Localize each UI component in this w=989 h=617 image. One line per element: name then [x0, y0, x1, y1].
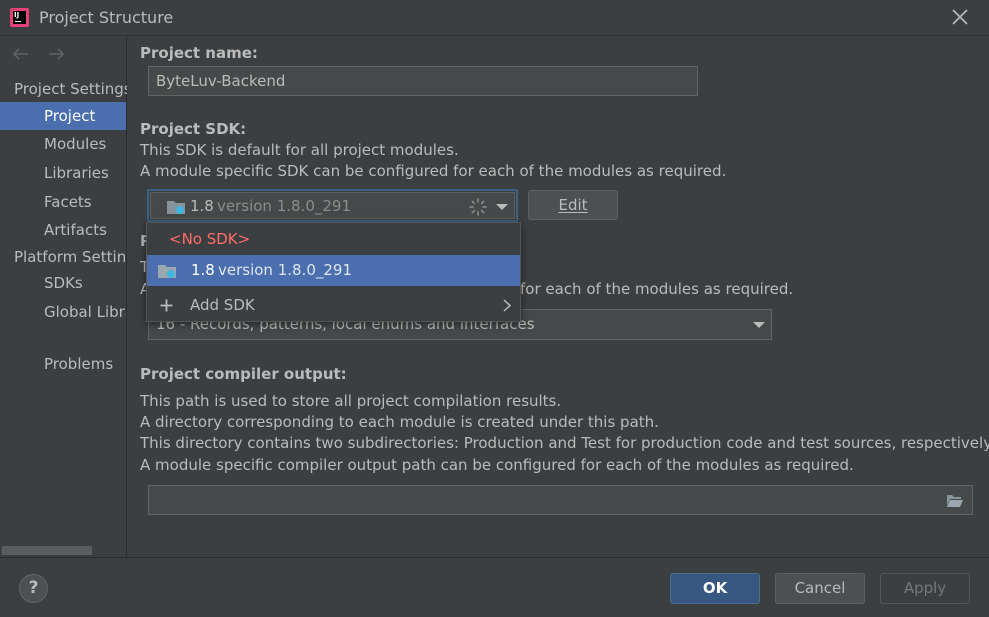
- sdk-combo[interactable]: 1.8 version 1.8.0_291: [147, 189, 518, 222]
- sidebar-item-global-libraries[interactable]: Global Libraries: [0, 298, 126, 326]
- compiler-output-input[interactable]: [148, 485, 973, 515]
- sidebar-item-project[interactable]: Project: [0, 102, 126, 130]
- language-level-desc-tail: for each of the modules as required.: [520, 280, 794, 298]
- sdk-selected-name: 1.8: [190, 197, 214, 215]
- popup-option-no-sdk[interactable]: <No SDK>: [147, 224, 520, 255]
- dialog-footer: ? OK Cancel Apply: [0, 557, 989, 617]
- project-sdk-desc-1: This SDK is default for all project modu…: [140, 141, 459, 159]
- ok-button[interactable]: OK: [670, 573, 760, 604]
- popup-option-name: 1.8: [191, 261, 215, 279]
- cancel-button[interactable]: Cancel: [775, 573, 865, 604]
- sidebar-item-facets[interactable]: Facets: [0, 188, 126, 216]
- compiler-output-desc-1: This path is used to store all project c…: [140, 392, 562, 410]
- project-sdk-desc-2: A module specific SDK can be configured …: [140, 162, 727, 180]
- back-button[interactable]: [10, 44, 32, 64]
- edit-sdk-label: Edit: [558, 196, 588, 214]
- project-name-label: Project name:: [140, 44, 258, 62]
- language-level-chevron-down-icon: [753, 322, 765, 328]
- sdk-selected-version: version 1.8.0_291: [217, 197, 352, 215]
- add-sdk-label: Add SDK: [190, 296, 255, 314]
- help-button[interactable]: ?: [19, 574, 48, 603]
- edit-sdk-button[interactable]: Edit: [528, 190, 618, 220]
- project-name-input[interactable]: ByteLuv-Backend: [148, 66, 698, 96]
- close-button[interactable]: [949, 6, 971, 28]
- close-icon: [952, 9, 968, 25]
- title-bar: IJ Project Structure: [0, 0, 989, 36]
- folder-open-icon[interactable]: [946, 493, 964, 508]
- compiler-output-desc-2: A directory corresponding to each module…: [140, 413, 659, 431]
- sidebar-item-sdks[interactable]: SDKs: [0, 269, 126, 297]
- sidebar-section-platform-settings: Platform Settings: [14, 248, 127, 266]
- project-sdk-label: Project SDK:: [140, 120, 247, 138]
- sidebar-item-artifacts[interactable]: Artifacts: [0, 216, 126, 244]
- window-title: Project Structure: [39, 8, 174, 27]
- sidebar-section-project-settings: Project Settings: [14, 80, 127, 98]
- app-icon: IJ: [10, 8, 29, 27]
- nav-arrows: [10, 44, 75, 68]
- compiler-output-label: Project compiler output:: [140, 365, 347, 383]
- popup-option-version: version 1.8.0_291: [218, 261, 353, 279]
- compiler-output-desc-3: This directory contains two subdirectori…: [140, 434, 989, 452]
- chevron-right-icon: [503, 299, 511, 312]
- forward-arrow-icon: [48, 48, 64, 60]
- popup-option-jdk-1-8[interactable]: 1.8 version 1.8.0_291: [147, 255, 520, 286]
- sdk-dropdown-popup: <No SDK> 1.8 version 1.8.0_291 Add SDK: [146, 222, 521, 322]
- spinner-icon: [469, 198, 487, 216]
- sidebar: Project Settings Project Modules Librari…: [0, 36, 127, 557]
- compiler-output-desc-4: A module specific compiler output path c…: [140, 456, 854, 474]
- sidebar-item-problems[interactable]: Problems: [0, 350, 126, 378]
- popup-option-add-sdk[interactable]: Add SDK: [147, 290, 520, 321]
- back-arrow-icon: [12, 48, 28, 60]
- folder-icon: [167, 201, 185, 214]
- sidebar-scrollbar[interactable]: [2, 546, 92, 555]
- popup-folder-icon: [158, 265, 176, 278]
- plus-icon: [160, 299, 173, 312]
- sidebar-item-libraries[interactable]: Libraries: [0, 159, 126, 187]
- help-icon: ?: [28, 578, 39, 598]
- apply-button[interactable]: Apply: [880, 573, 970, 604]
- app-icon-text: IJ: [14, 11, 20, 19]
- chevron-down-icon: [496, 204, 508, 210]
- forward-button[interactable]: [45, 44, 67, 64]
- sidebar-item-modules[interactable]: Modules: [0, 130, 126, 158]
